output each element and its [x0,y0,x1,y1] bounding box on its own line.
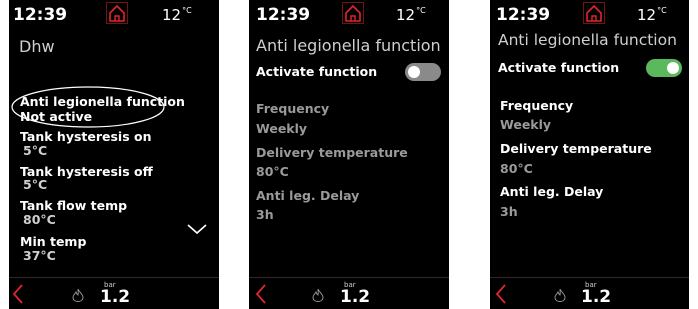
flame-icon [312,288,324,302]
footer-divider [9,277,219,278]
list-item-value: 80°C [500,161,533,176]
list-item-value: 5°C [23,177,48,192]
flame-icon [554,288,566,302]
page-title: Anti legionella function [256,36,441,55]
list-item-label[interactable]: Anti legionella function [20,94,185,109]
home-icon[interactable] [106,2,128,24]
flame-icon [72,288,84,302]
toggle-knob [408,66,420,78]
list-item-label[interactable]: Delivery temperature [256,145,408,160]
pressure-value: 1.2 [100,287,131,307]
screen-anti-legionella-on: 12:39 12°C Anti legionella function Acti… [490,0,689,309]
back-arrow-icon[interactable] [11,283,25,305]
page-title: Dhw [19,37,55,56]
status-temperature: 12°C [637,6,667,24]
status-time: 12:39 [256,5,311,25]
list-item-label[interactable]: Tank hysteresis on [20,129,152,144]
back-arrow-icon[interactable] [254,283,268,305]
activate-toggle[interactable] [405,63,441,81]
status-time: 12:39 [13,5,68,25]
list-item-value: Not active [20,109,93,124]
pressure-value: 1.2 [581,287,612,307]
list-item-value: 3h [500,204,518,219]
list-item-value: 37°C [23,248,56,263]
screen-anti-legionella-off: 12:39 12°C Anti legionella function Acti… [249,0,449,309]
list-item-label[interactable]: Min temp [20,234,86,249]
toggle-label: Activate function [498,60,620,75]
back-arrow-icon[interactable] [494,283,508,305]
screen-dhw: 12:39 12°C Dhw Anti legionella function … [9,0,219,309]
footer-divider [490,277,689,278]
list-item-label[interactable]: Anti leg. Delay [256,188,359,203]
list-item-value: Weekly [256,121,308,136]
footer-divider [249,277,449,278]
page-title: Anti legionella function [498,31,677,49]
list-item-value: 3h [256,207,274,222]
status-temperature: 12°C [396,6,426,24]
list-item-value: 80°C [23,212,56,227]
pressure-value: 1.2 [340,287,371,307]
list-item-label[interactable]: Frequency [500,98,573,113]
list-item-label[interactable]: Frequency [256,101,329,116]
chevron-down-icon[interactable] [186,222,208,236]
list-item-label[interactable]: Anti leg. Delay [500,184,603,199]
list-item-value: 80°C [256,164,289,179]
list-item-value: 5°C [23,143,48,158]
list-item-value: Weekly [500,117,552,132]
list-item-label[interactable]: Tank flow temp [20,198,127,213]
home-icon[interactable] [342,2,364,24]
status-time: 12:39 [496,5,551,25]
list-item-label[interactable]: Delivery temperature [500,141,652,156]
activate-toggle[interactable] [646,59,682,77]
status-temperature: 12°C [162,6,192,24]
toggle-label: Activate function [256,64,378,79]
home-icon[interactable] [583,2,605,24]
toggle-knob [667,62,679,74]
